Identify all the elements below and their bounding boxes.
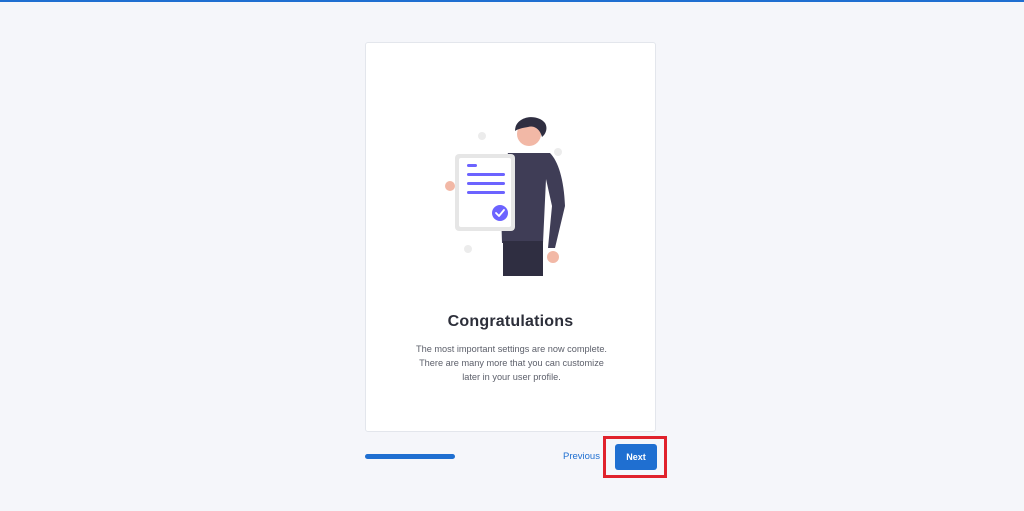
top-accent-border bbox=[0, 0, 1024, 2]
congratulations-illustration bbox=[445, 117, 565, 276]
wizard-progress-fill bbox=[365, 454, 455, 459]
wizard-card: Congratulations The most important setti… bbox=[365, 42, 656, 432]
wizard-progress-bar bbox=[365, 454, 455, 459]
dialog-description: The most important settings are now comp… bbox=[416, 344, 607, 382]
next-button[interactable]: Next bbox=[615, 444, 657, 470]
dialog-title: Congratulations bbox=[447, 313, 574, 330]
previous-button[interactable]: Previous bbox=[563, 451, 600, 462]
